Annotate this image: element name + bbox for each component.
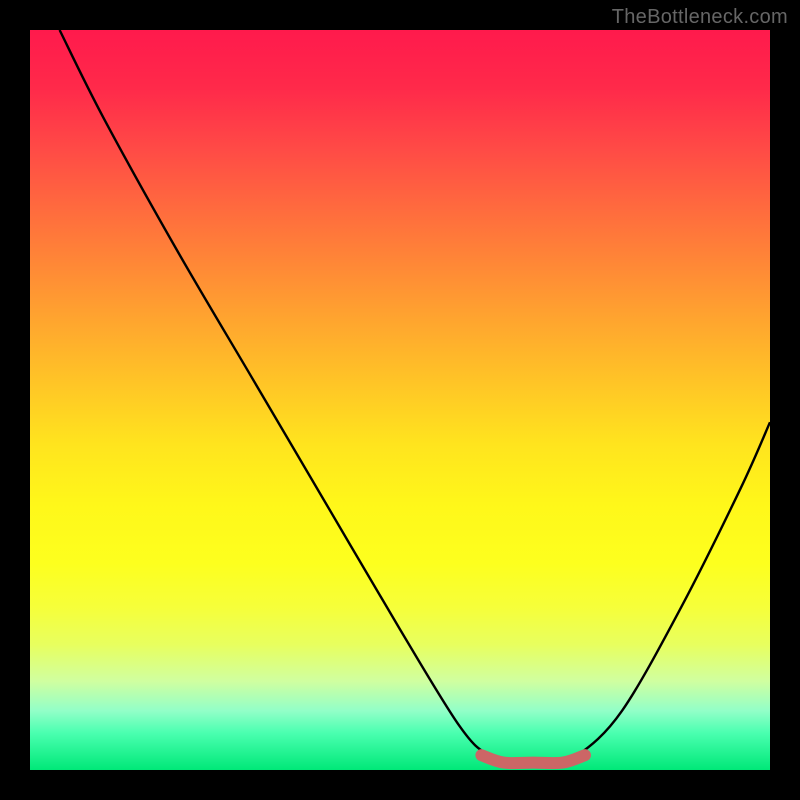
optimal-band-marker (481, 755, 585, 763)
chart-svg (30, 30, 770, 770)
attribution-text: TheBottleneck.com (612, 6, 788, 29)
bottleneck-curve (60, 30, 770, 764)
chart-container: TheBottleneck.com (0, 0, 800, 800)
